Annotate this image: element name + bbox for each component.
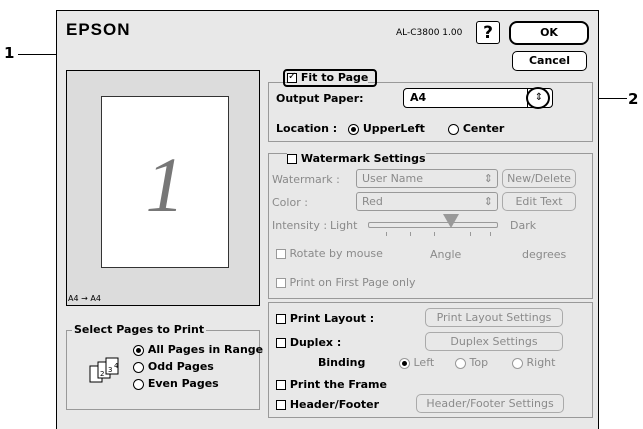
svg-text:2: 2 [100, 370, 104, 378]
radio-label: Center [462, 122, 505, 135]
radio-button[interactable] [133, 344, 144, 356]
checkbox[interactable] [276, 278, 286, 288]
checkbox[interactable] [276, 380, 286, 390]
degrees-label: degrees [522, 248, 567, 261]
slider-tick [434, 232, 435, 236]
print-layout-checkbox[interactable]: Print Layout : [276, 312, 374, 325]
radio-location-upperleft[interactable]: UpperLeft [348, 122, 425, 135]
intensity-dark-label: Dark [510, 219, 537, 232]
checkbox-label: Header/Footer [289, 398, 380, 411]
radio-label: UpperLeft [362, 122, 425, 135]
popup-highlight-circle [526, 87, 550, 109]
radio-label: Odd Pages [147, 360, 214, 373]
duplex-settings-button[interactable]: Duplex Settings [425, 332, 563, 351]
ok-button[interactable]: OK [509, 21, 589, 45]
svg-text:3: 3 [108, 366, 112, 374]
callout-number-2: 2 [628, 90, 639, 108]
pages-stack-icon: 2 3 4 [88, 356, 132, 384]
watermark-checkbox[interactable]: Watermark Settings [287, 152, 426, 165]
checkbox-label: Fit to Page [300, 71, 369, 84]
fit-to-page-checkbox[interactable]: Fit to Page [287, 71, 369, 84]
checkbox-label: Duplex : [289, 336, 342, 349]
checkbox-label: Print on First Page only [289, 276, 416, 289]
svg-text:4: 4 [114, 362, 119, 370]
callout-number-1: 1 [4, 44, 15, 62]
chevron-updown-icon: ⇕ [483, 195, 493, 208]
intensity-light-label: Light [330, 219, 358, 232]
checkbox-label: Rotate by mouse [289, 247, 383, 260]
color-value: Red [362, 195, 383, 208]
help-button[interactable]: ? [476, 21, 500, 44]
slider-tick [470, 232, 471, 236]
radio-button[interactable] [448, 123, 459, 135]
radio-button[interactable] [512, 357, 523, 369]
watermark-label: Watermark : [272, 173, 340, 186]
printer-version: AL-C3800 1.00 [396, 28, 463, 38]
radio-label: All Pages in Range [147, 343, 264, 356]
slider-tick [386, 232, 387, 236]
epson-logo: EPSON [66, 20, 131, 39]
radio-label: Right [526, 356, 556, 369]
chevron-updown-icon: ⇕ [483, 172, 493, 185]
radio-label: Even Pages [147, 377, 219, 390]
rotate-by-mouse-checkbox[interactable]: Rotate by mouse [276, 247, 383, 260]
checkbox[interactable] [287, 73, 297, 83]
output-paper-label: Output Paper: [276, 92, 364, 105]
color-select[interactable]: Red ⇕ [356, 192, 498, 211]
select-pages-title: Select Pages to Print [72, 323, 207, 336]
radio-odd-pages[interactable]: Odd Pages [133, 360, 214, 373]
location-label: Location : [276, 122, 338, 135]
radio-button[interactable] [348, 123, 359, 135]
radio-button[interactable] [399, 357, 410, 369]
header-footer-settings-button[interactable]: Header/Footer Settings [416, 394, 564, 413]
intensity-label: Intensity : [272, 219, 328, 232]
radio-all-pages[interactable]: All Pages in Range [133, 343, 263, 356]
slider-tick [410, 232, 411, 236]
radio-button[interactable] [133, 361, 144, 373]
checkbox[interactable] [276, 400, 286, 410]
intensity-slider-thumb[interactable] [443, 214, 460, 228]
binding-label: Binding [318, 356, 366, 369]
radio-binding-left[interactable]: Left [399, 356, 434, 369]
checkbox-label: Watermark Settings [300, 152, 426, 165]
radio-location-center[interactable]: Center [448, 122, 504, 135]
radio-label: Left [413, 356, 435, 369]
radio-even-pages[interactable]: Even Pages [133, 377, 219, 390]
radio-button[interactable] [455, 357, 466, 369]
checkbox[interactable] [276, 249, 286, 259]
checkbox[interactable] [276, 314, 286, 324]
print-frame-checkbox[interactable]: Print the Frame [276, 378, 387, 391]
angle-label: Angle [430, 248, 462, 261]
edit-text-button[interactable]: Edit Text [502, 192, 576, 211]
watermark-value: User Name [362, 172, 424, 185]
radio-binding-right[interactable]: Right [512, 356, 555, 369]
color-label: Color : [272, 196, 308, 209]
radio-binding-top[interactable]: Top [455, 356, 488, 369]
checkbox[interactable] [287, 154, 297, 164]
cancel-button[interactable]: Cancel [512, 51, 587, 71]
duplex-checkbox[interactable]: Duplex : [276, 336, 341, 349]
print-first-page-only-checkbox[interactable]: Print on First Page only [276, 276, 416, 289]
print-layout-settings-button[interactable]: Print Layout Settings [425, 308, 563, 327]
checkbox[interactable] [276, 338, 286, 348]
intensity-slider-track[interactable] [368, 222, 498, 228]
checkbox-label: Print the Frame [289, 378, 387, 391]
paper-size-conversion-label: A4 → A4 [68, 294, 101, 303]
preview-page-number: 1 [145, 141, 185, 228]
header-footer-checkbox[interactable]: Header/Footer [276, 398, 379, 411]
watermark-select[interactable]: User Name ⇕ [356, 169, 498, 188]
new-delete-button[interactable]: New/Delete [502, 169, 576, 188]
slider-tick [490, 232, 491, 236]
checkbox-label: Print Layout : [289, 312, 375, 325]
radio-button[interactable] [133, 378, 144, 390]
radio-label: Top [469, 356, 489, 369]
